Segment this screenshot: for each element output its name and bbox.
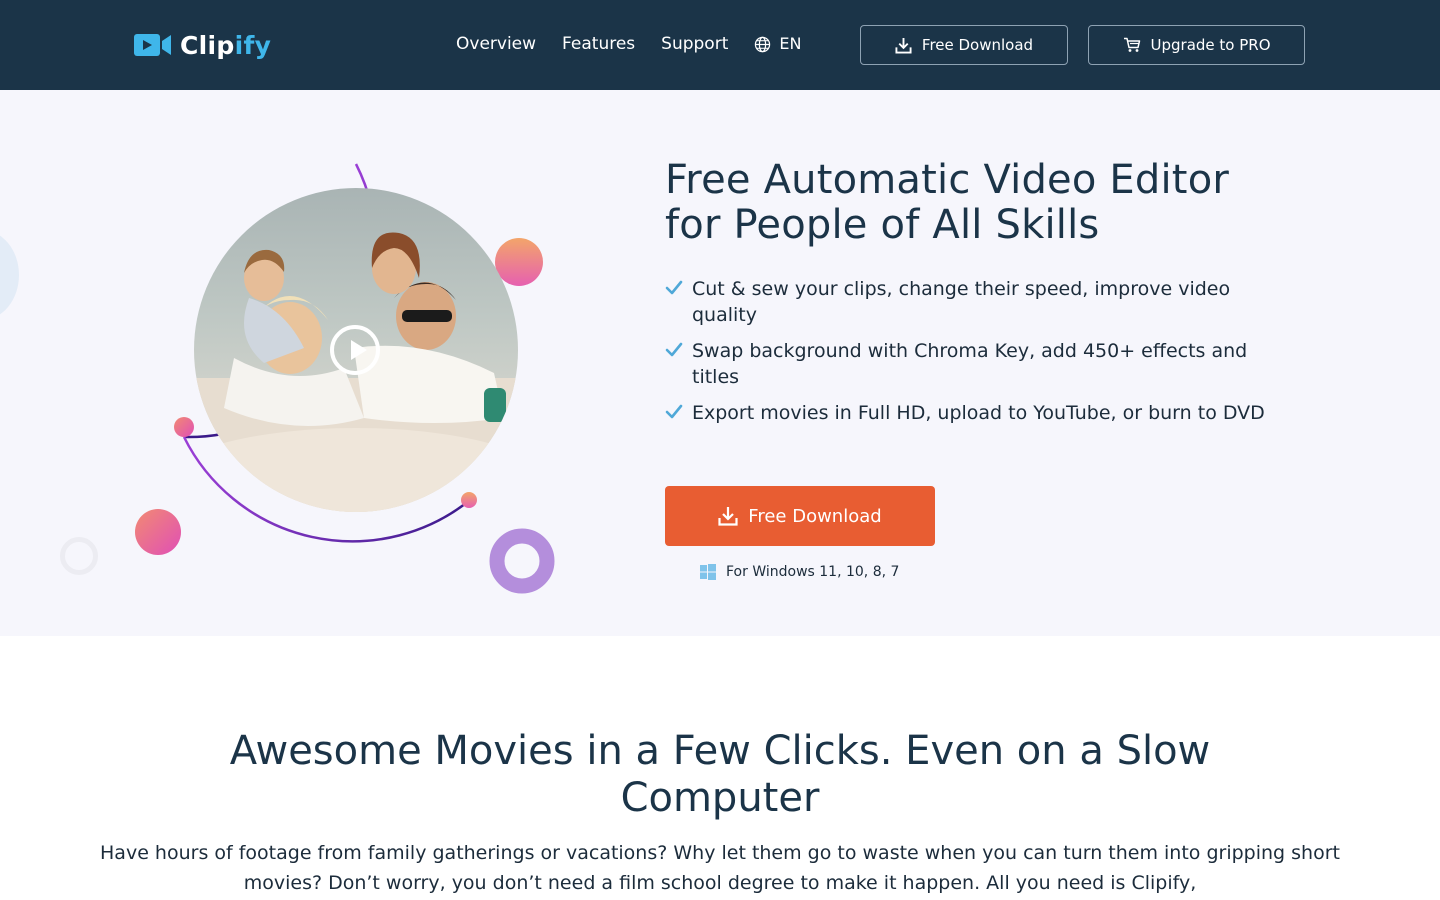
feature-item: Export movies in Full HD, upload to YouT… bbox=[665, 400, 1275, 426]
download-icon bbox=[718, 507, 738, 526]
feature-text: Export movies in Full HD, upload to YouT… bbox=[692, 402, 1265, 424]
hero-illustration bbox=[130, 150, 570, 610]
checkmark-icon bbox=[665, 404, 683, 419]
upgrade-to-pro-button[interactable]: Upgrade to PRO bbox=[1088, 25, 1305, 65]
hero-title-line-2: for People of All Skills bbox=[665, 202, 1100, 248]
hero-free-download-label: Free Download bbox=[748, 505, 882, 527]
decor-light-circle bbox=[0, 230, 19, 320]
main-nav: Overview Features Support EN bbox=[456, 30, 801, 58]
logo-text: Clipify bbox=[180, 30, 272, 60]
language-selector[interactable]: EN bbox=[754, 30, 801, 58]
video-camera-icon bbox=[134, 34, 171, 56]
hero-free-download-button[interactable]: Free Download bbox=[665, 486, 935, 546]
hero-content: Free Automatic Video Editor for People o… bbox=[665, 158, 1305, 580]
hero-title-line-1: Free Automatic Video Editor bbox=[665, 157, 1230, 203]
download-icon bbox=[895, 37, 912, 54]
feature-text: Swap background with Chroma Key, add 450… bbox=[692, 340, 1248, 388]
hero-title: Free Automatic Video Editor for People o… bbox=[665, 158, 1305, 248]
section-body: Have hours of footage from family gather… bbox=[100, 842, 1340, 894]
globe-icon bbox=[755, 36, 771, 52]
os-note: For Windows 11, 10, 8, 7 bbox=[726, 564, 900, 580]
language-label: EN bbox=[779, 34, 802, 53]
section-title: Awesome Movies in a Few Clicks. Even on … bbox=[229, 728, 1211, 821]
feature-list: Cut & sew your clips, change their speed… bbox=[665, 276, 1305, 426]
checkmark-icon bbox=[665, 342, 683, 357]
header-free-download-label: Free Download bbox=[921, 36, 1034, 54]
nav-overview[interactable]: Overview bbox=[456, 30, 536, 58]
windows-icon bbox=[700, 564, 716, 580]
decor-gray-ring bbox=[60, 537, 98, 575]
nav-support[interactable]: Support bbox=[661, 30, 728, 58]
upgrade-label: Upgrade to PRO bbox=[1150, 36, 1271, 54]
feature-item: Cut & sew your clips, change their speed… bbox=[665, 276, 1275, 328]
nav-features[interactable]: Features bbox=[562, 30, 635, 58]
checkmark-icon bbox=[665, 280, 683, 295]
cart-icon bbox=[1123, 37, 1140, 52]
hero-section: Free Automatic Video Editor for People o… bbox=[0, 90, 1440, 636]
os-compatibility: For Windows 11, 10, 8, 7 bbox=[700, 564, 899, 580]
play-video-button[interactable] bbox=[330, 325, 380, 375]
feature-text: Cut & sew your clips, change their speed… bbox=[692, 278, 1231, 326]
logo[interactable]: Clipify bbox=[134, 28, 271, 62]
feature-item: Swap background with Chroma Key, add 450… bbox=[665, 338, 1275, 390]
site-header: Clipify Overview Features Support EN Fre… bbox=[0, 0, 1440, 90]
header-free-download-button[interactable]: Free Download bbox=[860, 25, 1068, 65]
